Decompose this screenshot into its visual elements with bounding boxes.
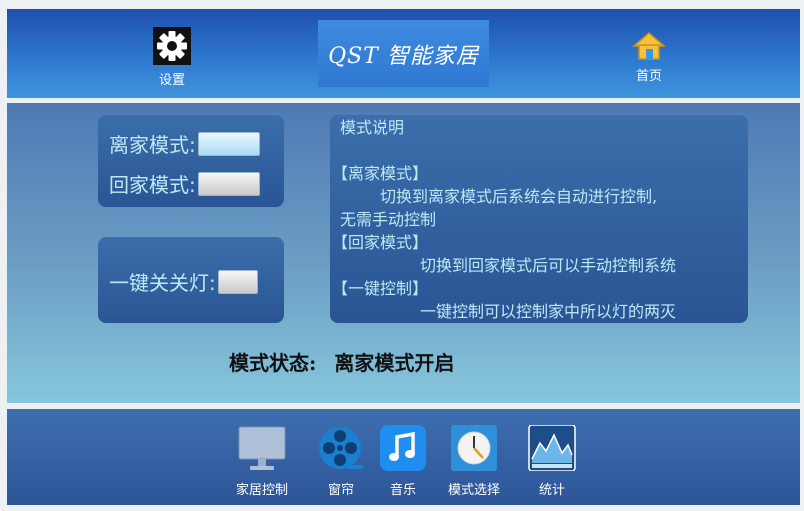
- away-mode-row: 离家模式:: [109, 129, 260, 158]
- mode-status-label: 模式状态:: [229, 351, 317, 375]
- onekey-row: 一键关关灯:: [109, 267, 258, 296]
- dock-curtain[interactable]: 窗帘: [317, 425, 365, 498]
- dock-label: 家居控制: [236, 483, 289, 498]
- dock-label: 统计: [538, 483, 565, 498]
- home-mode-row: 回家模式:: [109, 169, 260, 198]
- away-mode-text-cont: 无需手动控制: [340, 210, 437, 229]
- film-reel-icon: [317, 425, 365, 475]
- away-mode-switch[interactable]: [197, 131, 260, 156]
- home-mode-switch[interactable]: [197, 171, 260, 196]
- description-title: 模式说明: [340, 118, 405, 137]
- music-icon: [379, 425, 427, 475]
- home-icon: [631, 31, 667, 65]
- settings-label: 设置: [158, 73, 185, 88]
- onekey-switch[interactable]: [217, 269, 258, 294]
- settings-button[interactable]: 设置: [147, 27, 197, 88]
- chart-icon: [528, 424, 576, 475]
- onekey-text: 一键控制可以控制家中所以灯的两灭: [420, 302, 677, 321]
- onekey-label: 一键关关灯:: [109, 271, 216, 295]
- monitor-icon: [238, 425, 286, 475]
- bottom-dock: 家居控制 窗帘 音乐 模式选择 统计: [7, 409, 800, 505]
- mode-panel: 离家模式: 回家模式:: [98, 115, 284, 207]
- dock-mode-select[interactable]: 模式选择: [448, 425, 500, 498]
- home-mode-text: 切换到回家模式后可以手动控制系统: [420, 256, 677, 275]
- home-mode-heading: 【回家模式】: [332, 233, 429, 252]
- dock-home-control[interactable]: 家居控制: [236, 425, 288, 498]
- home-mode-label: 回家模式:: [109, 173, 196, 197]
- home-label: 首页: [635, 69, 662, 84]
- away-mode-text: 切换到离家模式后系统会自动进行控制,: [380, 187, 658, 206]
- onekey-panel: 一键关关灯:: [98, 237, 284, 323]
- away-mode-heading: 【离家模式】: [332, 164, 429, 183]
- mode-description-panel: 模式说明 【离家模式】 切换到离家模式后系统会自动进行控制, 无需手动控制 【回…: [330, 115, 748, 323]
- onekey-heading: 【一键控制】: [332, 279, 429, 298]
- dock-statistics[interactable]: 统计: [528, 424, 576, 498]
- gear-icon: [153, 27, 191, 69]
- clock-icon: [450, 425, 498, 475]
- dock-label: 窗帘: [327, 483, 354, 498]
- home-button[interactable]: 首页: [619, 31, 679, 84]
- dock-label: 音乐: [389, 483, 416, 498]
- dock-music[interactable]: 音乐: [379, 425, 427, 498]
- dock-label: 模式选择: [448, 483, 501, 498]
- mode-status-value: 离家模式开启: [334, 351, 455, 375]
- away-mode-label: 离家模式:: [109, 133, 196, 157]
- brand-logo: QST 智能家居: [318, 20, 489, 87]
- header-bar: 设置 QST 智能家居 首页: [7, 9, 800, 98]
- mode-status: 模式状态: 离家模式开启: [229, 347, 454, 376]
- main-content: 离家模式: 回家模式: 一键关关灯: 模式说明 【离家模式】 切换到离家模式后系…: [7, 103, 800, 403]
